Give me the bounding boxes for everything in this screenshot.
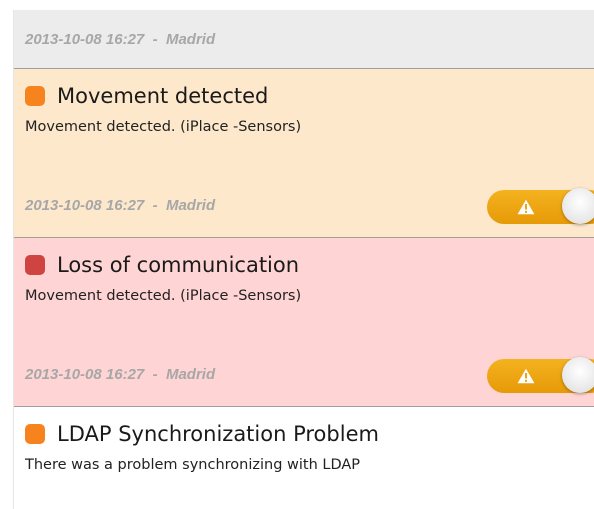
event-title-row: Loss of communication: [25, 253, 299, 277]
severity-warning-icon: [25, 424, 45, 444]
event-item-loss-of-communication[interactable]: Loss of communication Movement detected.…: [14, 238, 594, 407]
acknowledge-toggle[interactable]: [487, 188, 594, 224]
event-location: Madrid: [165, 30, 216, 48]
toggle-knob[interactable]: [562, 357, 594, 393]
warning-icon: [517, 368, 535, 384]
event-meta: 2013-10-08 16:27 - Madrid: [14, 197, 215, 214]
severity-warning-icon: [25, 86, 45, 106]
event-title-row: LDAP Synchronization Problem: [25, 422, 379, 446]
event-description: Movement detected. (iPlace -Sensors): [25, 119, 302, 135]
meta-separator: -: [152, 197, 158, 214]
event-feed: 2013-10-08 16:27 - Madrid Movement detec…: [13, 10, 594, 509]
meta-separator: -: [152, 366, 158, 383]
event-date: 2013-10-08 16:27: [25, 197, 145, 214]
event-location: Madrid: [165, 197, 216, 214]
event-date: 2013-10-08 16:27: [25, 366, 145, 383]
event-title: Movement detected: [57, 84, 269, 108]
event-item-movement-detected[interactable]: Movement detected Movement detected. (iP…: [14, 69, 594, 238]
event-meta-row: 2013-10-08 16:27 - Madrid: [14, 10, 594, 69]
event-meta: 2013-10-08 16:27 - Madrid: [14, 31, 215, 48]
event-item-ldap-sync-problem[interactable]: LDAP Synchronization Problem There was a…: [14, 407, 594, 509]
toggle-knob[interactable]: [562, 188, 594, 224]
warning-icon: [517, 199, 535, 215]
meta-separator: -: [152, 30, 158, 48]
event-meta: 2013-10-08 16:27 - Madrid: [14, 366, 215, 383]
event-description: There was a problem synchronizing with L…: [25, 457, 361, 473]
acknowledge-toggle[interactable]: [487, 357, 594, 393]
event-title: LDAP Synchronization Problem: [57, 422, 379, 446]
event-title: Loss of communication: [57, 253, 300, 277]
event-date: 2013-10-08 16:27: [25, 30, 145, 48]
event-location: Madrid: [165, 366, 216, 383]
event-description: Movement detected. (iPlace -Sensors): [25, 288, 302, 304]
severity-critical-icon: [25, 255, 45, 275]
event-title-row: Movement detected: [25, 84, 268, 108]
